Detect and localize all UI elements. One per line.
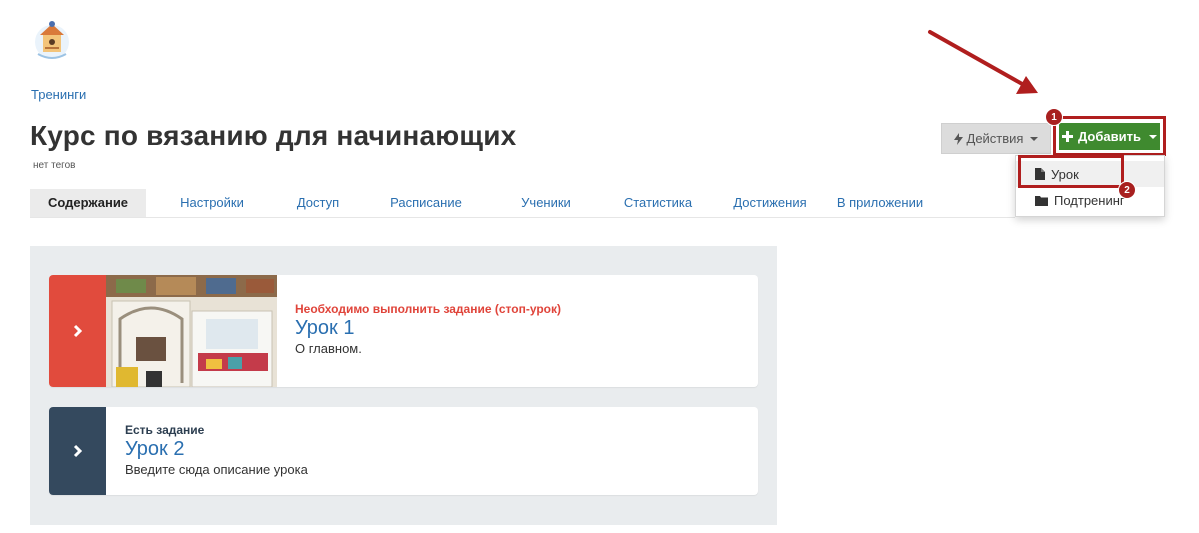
add-button-highlight: Добавить xyxy=(1053,116,1166,156)
chevron-right-icon xyxy=(73,324,82,338)
file-icon xyxy=(1035,168,1045,180)
lesson-card[interactable]: Есть задание Урок 2 Введите сюда описани… xyxy=(49,407,758,495)
tab-content[interactable]: Содержание xyxy=(30,189,146,217)
actions-button[interactable]: Действия xyxy=(941,123,1051,154)
lightning-icon xyxy=(953,132,963,145)
menu-item-lesson[interactable]: Урок xyxy=(1016,161,1164,187)
add-button-label: Добавить xyxy=(1078,129,1141,144)
menu-item-subtraining[interactable]: Подтренинг xyxy=(1016,187,1164,213)
lesson-thumbnail-image xyxy=(106,275,277,387)
actions-button-label: Действия xyxy=(966,131,1024,146)
chevron-right-icon xyxy=(73,444,82,458)
annotation-arrow-icon xyxy=(928,30,1038,94)
lesson-description: Введите сюда описание урока xyxy=(125,462,308,477)
menu-item-subtraining-label: Подтренинг xyxy=(1054,192,1125,208)
lesson-info: Есть задание Урок 2 Введите сюда описани… xyxy=(125,423,308,477)
page-title: Курс по вязанию для начинающих xyxy=(30,120,517,151)
lesson-card[interactable]: Необходимо выполнить задание (стоп-урок)… xyxy=(49,275,758,387)
lesson-description: О главном. xyxy=(295,341,362,356)
chevron-down-icon xyxy=(1148,134,1157,139)
menu-item-lesson-label: Урок xyxy=(1051,166,1079,182)
tab-in-app[interactable]: В приложении xyxy=(822,189,938,217)
tab-settings[interactable]: Настройки xyxy=(146,189,278,217)
tab-statistics[interactable]: Статистика xyxy=(598,189,718,217)
school-logo[interactable] xyxy=(32,18,72,62)
plus-icon xyxy=(1062,131,1074,142)
lesson-title[interactable]: Урок 1 xyxy=(295,317,561,340)
tabs-divider xyxy=(30,217,1015,218)
step-badge-1: 1 xyxy=(1045,108,1063,126)
tab-achievements[interactable]: Достижения xyxy=(718,189,822,217)
tab-schedule[interactable]: Расписание xyxy=(358,189,494,217)
chevron-down-icon xyxy=(1030,136,1039,141)
add-dropdown-menu: Урок Подтренинг xyxy=(1015,155,1165,217)
course-tabs: Содержание Настройки Доступ Расписание У… xyxy=(30,189,1015,218)
lesson-side-bar xyxy=(49,407,106,495)
breadcrumb-trainings-link[interactable]: Тренинги xyxy=(31,87,86,102)
tab-students[interactable]: Ученики xyxy=(494,189,598,217)
folder-icon xyxy=(1035,195,1048,206)
lesson-info: Необходимо выполнить задание (стоп-урок)… xyxy=(295,302,561,356)
tags-label: нет тегов xyxy=(33,160,76,171)
lesson-title[interactable]: Урок 2 xyxy=(125,438,308,461)
lesson-side-bar xyxy=(49,275,106,387)
tab-access[interactable]: Доступ xyxy=(278,189,358,217)
lessons-panel: Необходимо выполнить задание (стоп-урок)… xyxy=(30,246,777,525)
lesson-status: Необходимо выполнить задание (стоп-урок) xyxy=(295,302,561,316)
step-badge-2: 2 xyxy=(1118,181,1136,199)
add-button[interactable]: Добавить xyxy=(1059,123,1160,150)
lesson-status: Есть задание xyxy=(125,423,205,437)
